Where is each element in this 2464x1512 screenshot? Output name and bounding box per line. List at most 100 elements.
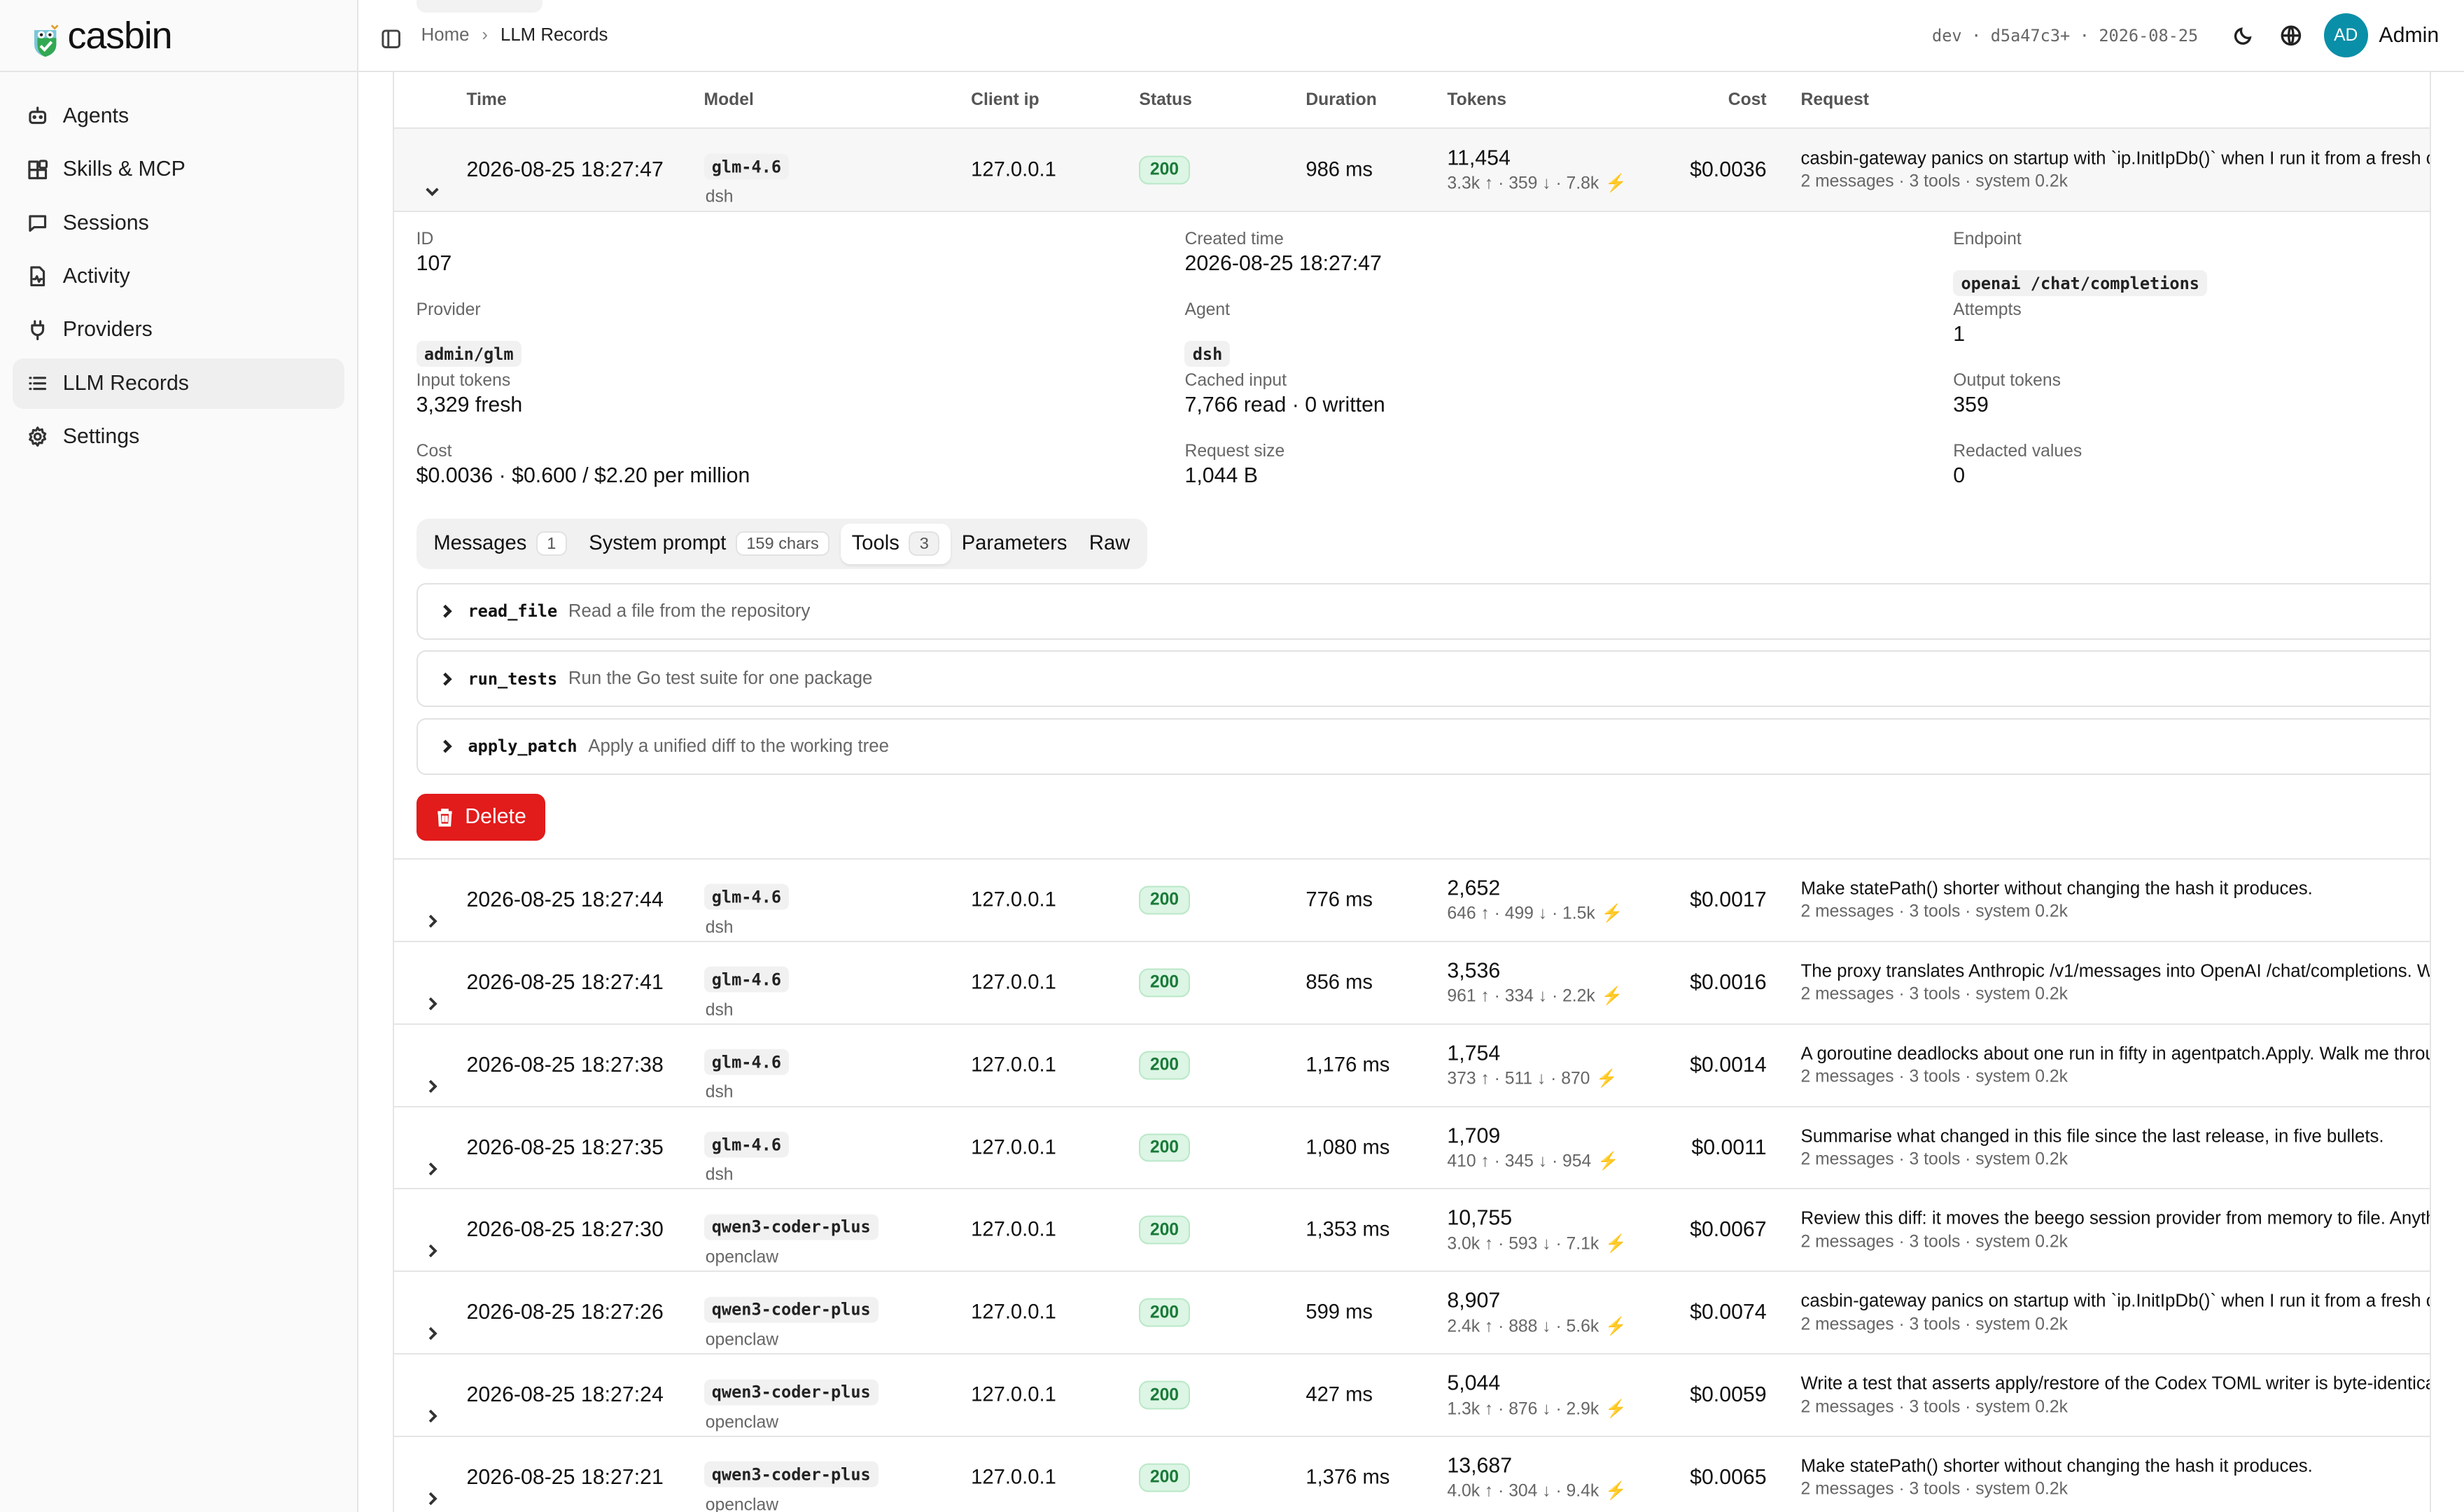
request-preview: casbin-gateway panics on startup with `i… bbox=[1800, 148, 2431, 168]
row-request: Make statePath() shorter without changin… bbox=[1801, 878, 2313, 921]
tab-messages[interactable]: Messages 1 bbox=[423, 524, 578, 564]
tab-label: System prompt bbox=[589, 532, 727, 555]
tokens-total: 13,687 bbox=[1447, 1454, 1513, 1478]
sidebar-item-llm-records[interactable]: LLM Records bbox=[12, 358, 344, 409]
sidebar-item-settings[interactable]: Settings bbox=[13, 412, 344, 462]
row-tokens: 8,907 2.4k ↑ · 888 ↓ · 5.6k ⚡ bbox=[1447, 1289, 1627, 1336]
chevron-right-icon[interactable] bbox=[423, 890, 442, 928]
row-request: A goroutine deadlocks about one run in f… bbox=[1801, 1044, 2430, 1086]
build-date: 2026-08-25 bbox=[2099, 25, 2199, 46]
table-row-expanded[interactable]: 2026-08-25 18:27:47 glm-4.6 dsh 127.0.0.… bbox=[394, 129, 2431, 213]
row-time: 2026-08-25 18:27:47 bbox=[466, 158, 664, 181]
request-preview: casbin-gateway panics on startup with `i… bbox=[1800, 1291, 2431, 1311]
request-preview: Write a test that asserts apply/restore … bbox=[1800, 1373, 2431, 1394]
table-row[interactable]: 2026-08-25 18:27:35 glm-4.6 dsh 127.0.0.1 20… bbox=[394, 1107, 2430, 1190]
user-name[interactable]: Admin bbox=[2379, 24, 2439, 48]
header-request[interactable]: Request bbox=[1801, 90, 1869, 110]
detail-provider-value: admin/glm bbox=[416, 341, 522, 368]
chevron-right-icon[interactable] bbox=[423, 973, 442, 1011]
detail-tabs: Messages 1 System prompt 159 chars Tools… bbox=[416, 518, 1147, 569]
sidebar-item-label: Sessions bbox=[62, 211, 149, 234]
header-time[interactable]: Time bbox=[467, 90, 507, 110]
scrollbar[interactable] bbox=[2432, 72, 2464, 1512]
model-pill: glm-4.6 bbox=[704, 1049, 790, 1075]
detail-input-value: 3,329 fresh bbox=[416, 393, 523, 417]
detail-output-tokens: Output tokens 359 bbox=[1953, 371, 2061, 417]
globe-icon bbox=[2281, 25, 2301, 46]
sidebar-item-skills-mcp[interactable]: Skills & MCP bbox=[13, 145, 344, 195]
gear-icon bbox=[29, 426, 47, 447]
row-model: glm-4.6 dsh bbox=[704, 1110, 790, 1185]
chevron-right-icon[interactable] bbox=[423, 1138, 442, 1175]
row-time: 2026-08-25 18:27:35 bbox=[466, 1135, 664, 1159]
table-row[interactable]: 2026-08-25 18:27:44 glm-4.6 dsh 127.0.0.1 20… bbox=[394, 860, 2430, 942]
chevron-down-icon[interactable] bbox=[423, 160, 442, 196]
logo[interactable]: casbin bbox=[0, 0, 357, 73]
table-row[interactable]: 2026-08-25 18:27:21 qwen3-coder-plus openc… bbox=[394, 1437, 2430, 1512]
tab-parameters[interactable]: Parameters bbox=[951, 524, 1078, 564]
sidebar-item-label: Providers bbox=[62, 318, 153, 342]
sidebar-item-sessions[interactable]: Sessions bbox=[13, 198, 344, 248]
bolt-icon: ⚡ bbox=[1605, 1234, 1627, 1254]
detail-endpoint: Endpoint openai /chat/completions bbox=[1953, 230, 2208, 300]
table-row[interactable]: 2026-08-25 18:27:24 qwen3-coder-plus openc… bbox=[394, 1354, 2431, 1438]
row-ip: 127.0.0.1 bbox=[971, 158, 1056, 181]
tab-system-prompt[interactable]: System prompt 159 chars bbox=[578, 524, 841, 564]
breadcrumb-home[interactable]: Home bbox=[421, 25, 470, 46]
tokens-breakdown: 646 ↑ · 499 ↓ · 1.5k bbox=[1447, 904, 1595, 923]
row-ip: 127.0.0.1 bbox=[971, 1466, 1056, 1489]
request-meta: 2 messages · 3 tools · system 0.2k bbox=[1800, 1149, 2068, 1169]
row-tokens: 5,044 1.3k ↑ · 876 ↓ · 2.9k ⚡ bbox=[1447, 1371, 1627, 1418]
table-body: 2026-08-25 18:27:44 glm-4.6 dsh 127.0.0.1 20… bbox=[394, 860, 2430, 1512]
tool-item[interactable]: run_tests Run the Go test suite for one … bbox=[416, 650, 2430, 708]
header-duration[interactable]: Duration bbox=[1306, 90, 1377, 110]
header-model[interactable]: Model bbox=[704, 90, 754, 110]
chevron-right-icon[interactable] bbox=[423, 1303, 442, 1340]
sidebar-toggle-button[interactable] bbox=[380, 10, 402, 61]
header-client-ip[interactable]: Client ip bbox=[971, 90, 1039, 110]
tool-name: apply_patch bbox=[468, 736, 578, 757]
chevron-right-icon[interactable] bbox=[423, 1056, 442, 1093]
bolt-icon: ⚡ bbox=[1605, 174, 1627, 193]
chevron-right-icon[interactable] bbox=[423, 1386, 442, 1423]
sidebar-item-providers[interactable]: Providers bbox=[13, 304, 344, 355]
table-row[interactable]: 2026-08-25 18:27:30 qwen3-coder-plus openc… bbox=[394, 1189, 2430, 1273]
tool-item[interactable]: apply_patch Apply a unified diff to the … bbox=[416, 718, 2430, 775]
detail-cached-value: 7,766 read · 0 written bbox=[1184, 393, 1385, 417]
chevron-right-icon[interactable] bbox=[423, 1468, 442, 1506]
list-icon bbox=[29, 377, 47, 391]
row-model: glm-4.6 dsh bbox=[704, 863, 790, 938]
detail-output-value: 359 bbox=[1953, 393, 1989, 417]
table-row[interactable]: 2026-08-25 18:27:26 qwen3-coder-plus openc… bbox=[394, 1272, 2431, 1355]
tool-description: Run the Go test suite for one package bbox=[568, 668, 873, 689]
chevron-right-icon[interactable] bbox=[423, 1221, 442, 1258]
tokens-breakdown: 3.3k ↑ · 359 ↓ · 7.8k bbox=[1447, 174, 1600, 193]
tokens-breakdown: 2.4k ↑ · 888 ↓ · 5.6k bbox=[1447, 1316, 1600, 1336]
header-tokens[interactable]: Tokens bbox=[1447, 90, 1506, 110]
row-cost: $0.0065 bbox=[1690, 1465, 1767, 1489]
avatar[interactable]: AD bbox=[2323, 13, 2368, 58]
theme-toggle-button[interactable] bbox=[2220, 12, 2267, 59]
bolt-icon: ⚡ bbox=[1601, 986, 1623, 1006]
header-status[interactable]: Status bbox=[1139, 90, 1191, 110]
model-pill: glm-4.6 bbox=[704, 1131, 790, 1158]
tokens-total: 5,044 bbox=[1447, 1371, 1501, 1395]
header-cost[interactable]: Cost bbox=[1728, 90, 1767, 110]
row-time: 2026-08-25 18:27:30 bbox=[466, 1218, 664, 1242]
row-model: qwen3-coder-plus openclaw bbox=[704, 1358, 878, 1433]
tool-item[interactable]: read_file Read a file from the repositor… bbox=[416, 582, 2430, 640]
row-request: casbin-gateway panics on startup with `i… bbox=[1800, 1291, 2431, 1334]
language-button[interactable] bbox=[2267, 12, 2314, 59]
sidebar-item-agents[interactable]: Agents bbox=[13, 91, 344, 141]
table-row[interactable]: 2026-08-25 18:27:38 glm-4.6 dsh 127.0.0.1 20… bbox=[394, 1025, 2430, 1107]
tab-raw[interactable]: Raw bbox=[1078, 524, 1141, 564]
row-agent: dsh bbox=[705, 1165, 734, 1184]
topbar-right: dev · d5a47c3+ · 2026-08-25 AD Admin bbox=[1932, 12, 2464, 59]
sidebar-item-activity[interactable]: Activity bbox=[13, 251, 344, 302]
scroll-fade bbox=[416, 0, 542, 13]
request-meta: 2 messages · 3 tools · system 0.2k bbox=[1800, 172, 2068, 191]
table-row[interactable]: 2026-08-25 18:27:41 glm-4.6 dsh 127.0.0.1 20… bbox=[394, 942, 2430, 1025]
delete-button[interactable]: Delete bbox=[416, 793, 545, 841]
tab-count-badge: 1 bbox=[536, 531, 567, 556]
tab-tools[interactable]: Tools 3 bbox=[840, 523, 951, 564]
